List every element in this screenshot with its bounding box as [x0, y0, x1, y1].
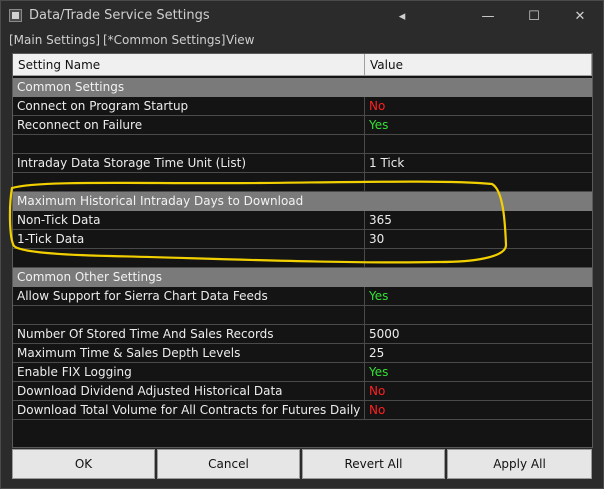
setting-name [13, 249, 365, 268]
setting-value [365, 135, 592, 154]
setting-value[interactable]: No [365, 97, 592, 116]
spacer-row [13, 306, 592, 325]
setting-name: Reconnect on Failure [13, 116, 365, 135]
setting-name: Download Total Volume for All Contracts … [13, 401, 365, 420]
close-button[interactable]: ✕ [557, 1, 603, 31]
setting-name: Download Dividend Adjusted Historical Da… [13, 382, 365, 401]
setting-name: Number Of Stored Time And Sales Records [13, 325, 365, 344]
setting-value[interactable]: 25 [365, 344, 592, 363]
setting-value [365, 249, 592, 268]
setting-name: Maximum Time & Sales Depth Levels [13, 344, 365, 363]
setting-row[interactable]: Download Total Volume for All Contracts … [13, 401, 592, 420]
maximize-button[interactable]: ☐ [511, 1, 557, 31]
title-bar: Data/Trade Service Settings ◂ — ☐ ✕ [1, 1, 603, 31]
setting-row[interactable]: Connect on Program Startup No [13, 97, 592, 116]
setting-row[interactable]: Non-Tick Data 365 [13, 211, 592, 230]
setting-value [365, 173, 592, 192]
setting-name: Enable FIX Logging [13, 363, 365, 382]
setting-row[interactable]: Allow Support for Sierra Chart Data Feed… [13, 287, 592, 306]
setting-name: 1-Tick Data [13, 230, 365, 249]
ok-button[interactable]: OK [12, 449, 155, 479]
minimize-button[interactable]: — [465, 1, 511, 31]
setting-name [13, 306, 365, 325]
cancel-button[interactable]: Cancel [157, 449, 300, 479]
setting-value[interactable]: No [365, 382, 592, 401]
setting-value[interactable]: Yes [365, 116, 592, 135]
apply-all-button[interactable]: Apply All [447, 449, 592, 479]
menu-view[interactable]: View [226, 33, 254, 47]
setting-value [365, 306, 592, 325]
setting-row[interactable]: Enable FIX Logging Yes [13, 363, 592, 382]
setting-row[interactable]: Number Of Stored Time And Sales Records … [13, 325, 592, 344]
setting-value[interactable]: 30 [365, 230, 592, 249]
setting-row[interactable]: Intraday Data Storage Time Unit (List) 1… [13, 154, 592, 173]
setting-name: Non-Tick Data [13, 211, 365, 230]
setting-value[interactable]: 5000 [365, 325, 592, 344]
menu-common-settings[interactable]: [*Common Settings] [103, 33, 225, 47]
back-arrow-icon[interactable]: ◂ [379, 1, 425, 31]
section-header-common-settings: Common Settings [13, 78, 592, 97]
setting-value[interactable]: 365 [365, 211, 592, 230]
setting-name: Intraday Data Storage Time Unit (List) [13, 154, 365, 173]
setting-value[interactable]: 1 Tick [365, 154, 592, 173]
setting-row[interactable]: Reconnect on Failure Yes [13, 116, 592, 135]
spacer-row [13, 135, 592, 154]
setting-name [13, 173, 365, 192]
setting-value[interactable]: No [365, 401, 592, 420]
setting-row[interactable]: 1-Tick Data 30 [13, 230, 592, 249]
setting-name: Allow Support for Sierra Chart Data Feed… [13, 287, 365, 306]
window-title: Data/Trade Service Settings [29, 8, 210, 23]
section-header-common-other-settings: Common Other Settings [13, 268, 592, 287]
revert-all-button[interactable]: Revert All [302, 449, 445, 479]
app-icon [9, 9, 22, 22]
spacer-row [13, 173, 592, 192]
column-header-value[interactable]: Value [365, 54, 592, 76]
setting-value[interactable]: Yes [365, 287, 592, 306]
settings-grid: Setting Name Value Common Settings Conne… [12, 53, 593, 448]
section-header-max-historical-days: Maximum Historical Intraday Days to Down… [13, 192, 592, 211]
menu-main-settings[interactable]: [Main Settings] [9, 33, 100, 47]
setting-row[interactable]: Download Dividend Adjusted Historical Da… [13, 382, 592, 401]
setting-value[interactable]: Yes [365, 363, 592, 382]
setting-row[interactable]: Maximum Time & Sales Depth Levels 25 [13, 344, 592, 363]
settings-window: Data/Trade Service Settings ◂ — ☐ ✕ [Mai… [0, 0, 604, 489]
menu-bar: [Main Settings] [*Common Settings] View [1, 31, 603, 49]
spacer-row [13, 249, 592, 268]
setting-name: Connect on Program Startup [13, 97, 365, 116]
column-header-setting-name[interactable]: Setting Name [13, 54, 365, 76]
setting-name [13, 135, 365, 154]
